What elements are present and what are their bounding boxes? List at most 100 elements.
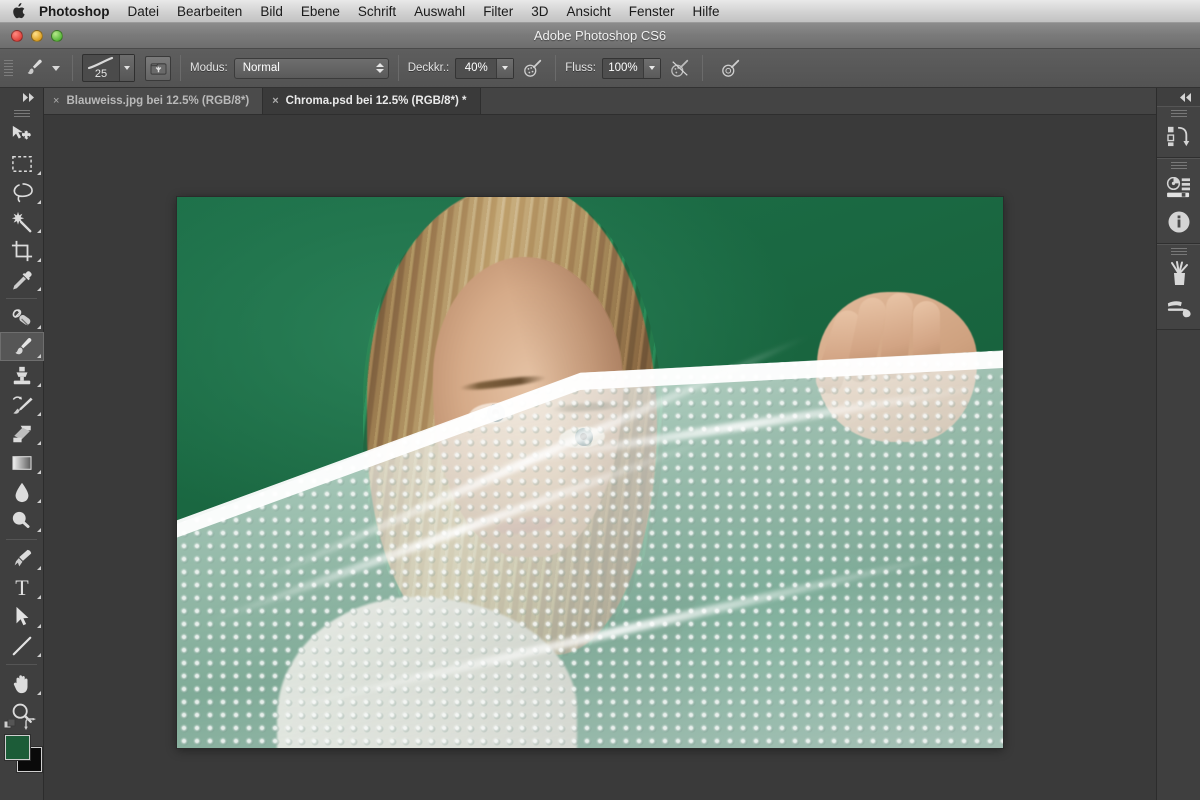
foreground-color-swatch[interactable] [5, 735, 30, 760]
airbrush-icon[interactable] [667, 55, 693, 81]
menu-item-schrift[interactable]: Schrift [349, 0, 405, 23]
tool-history-brush[interactable] [0, 390, 44, 419]
tool-eyedropper[interactable] [0, 265, 44, 294]
window-title: Adobe Photoshop CS6 [533, 28, 667, 43]
dock-group-grip[interactable] [1157, 245, 1200, 257]
toolbar-grip[interactable] [0, 106, 43, 120]
menu-item-3d[interactable]: 3D [522, 0, 557, 23]
options-separator-3 [397, 55, 399, 81]
menu-item-bild[interactable]: Bild [251, 0, 292, 23]
tool-brush[interactable] [0, 332, 44, 361]
flow-value: 100% [608, 62, 638, 74]
tool-preset-chevron-down-icon[interactable] [49, 56, 63, 80]
tool-type[interactable]: T [0, 573, 44, 602]
tool-pen[interactable] [0, 544, 44, 573]
active-tool-chip[interactable] [19, 55, 63, 81]
tool-marquee[interactable] [0, 149, 44, 178]
document-workspace[interactable] [44, 115, 1156, 800]
close-icon[interactable]: × [272, 95, 278, 107]
flow-input[interactable]: 100% [601, 57, 661, 79]
opacity-input[interactable]: 40% [455, 57, 515, 79]
dock-collapse-button[interactable] [1157, 88, 1200, 106]
menu-item-hilfe[interactable]: Hilfe [684, 0, 729, 23]
toolbar-divider-3 [6, 664, 37, 665]
dock-group-grip[interactable] [1157, 107, 1200, 119]
tool-submenu-indicator [37, 470, 41, 474]
panels-dock [1156, 88, 1200, 800]
dock-group-color-info [1157, 158, 1200, 244]
document-tab-blauweiss[interactable]: × Blauweiss.jpg bei 12.5% (RGB/8*) [44, 88, 264, 114]
tool-submenu-indicator [37, 354, 41, 358]
menu-item-datei[interactable]: Datei [119, 0, 169, 23]
toolbar-divider-1 [6, 298, 37, 299]
color-panel-icon[interactable] [1157, 171, 1200, 205]
brush-preset-picker[interactable]: 25 [82, 54, 135, 82]
menu-item-fenster[interactable]: Fenster [620, 0, 684, 23]
options-bar-grip[interactable] [4, 55, 13, 81]
brush-panel-toggle-button[interactable] [145, 55, 171, 81]
tool-path-selection[interactable] [0, 602, 44, 631]
tool-submenu-indicator [37, 258, 41, 262]
tool-healing-brush[interactable] [0, 303, 44, 332]
tool-submenu-indicator [37, 499, 41, 503]
toolbar-expand-button[interactable] [0, 88, 43, 106]
tool-submenu-indicator [37, 325, 41, 329]
menu-item-ansicht[interactable]: Ansicht [557, 0, 619, 23]
dock-group-grip[interactable] [1157, 159, 1200, 171]
tool-submenu-indicator [37, 528, 41, 532]
brush-tip-thumbnail: 25 [83, 55, 119, 81]
tool-magic-wand[interactable] [0, 207, 44, 236]
menu-item-ebene[interactable]: Ebene [292, 0, 349, 23]
close-icon[interactable]: × [53, 95, 59, 107]
blend-mode-stepper-icon [375, 63, 384, 73]
flow-chevron-down-icon[interactable] [642, 58, 660, 78]
history-panel-icon[interactable] [1157, 119, 1200, 153]
tool-blur[interactable] [0, 477, 44, 506]
opacity-label: Deckkr.: [407, 62, 450, 74]
tab-label: Chroma.psd bei 12.5% (RGB/8*) * [285, 95, 467, 107]
tool-eraser[interactable] [0, 419, 44, 448]
dock-group-brushes [1157, 244, 1200, 330]
menu-item-photoshop[interactable]: Photoshop [39, 0, 119, 23]
tool-clone-stamp[interactable] [0, 361, 44, 390]
options-separator-4 [555, 55, 557, 81]
opacity-pressure-icon[interactable] [520, 55, 546, 81]
default-colors-icon[interactable] [4, 719, 16, 729]
menu-item-bearbeiten[interactable]: Bearbeiten [168, 0, 251, 23]
menu-item-auswahl[interactable]: Auswahl [405, 0, 474, 23]
tool-crop[interactable] [0, 236, 44, 265]
swap-colors-icon[interactable] [24, 718, 37, 730]
document-tab-chroma[interactable]: × Chroma.psd bei 12.5% (RGB/8*) * [263, 88, 481, 114]
os-menu-bar: Photoshop Datei Bearbeiten Bild Ebene Sc… [0, 0, 1200, 23]
opacity-value: 40% [464, 62, 488, 74]
options-separator-5 [701, 55, 703, 81]
opacity-chevron-down-icon[interactable] [496, 58, 514, 78]
menu-item-filter[interactable]: Filter [474, 0, 522, 23]
photoshop-application-window: Photoshop Datei Bearbeiten Bild Ebene Sc… [0, 0, 1200, 800]
brush-panel-icon[interactable] [1157, 291, 1200, 325]
info-panel-icon[interactable] [1157, 205, 1200, 239]
tools-panel: T [0, 88, 44, 800]
tool-hand[interactable] [0, 669, 44, 698]
dock-group-history [1157, 106, 1200, 158]
flow-pressure-icon[interactable] [718, 55, 744, 81]
brush-preset-chevron-down-icon[interactable] [119, 55, 134, 81]
tool-move[interactable] [0, 120, 44, 149]
blend-mode-value: Normal [242, 62, 280, 74]
tool-submenu-indicator [37, 229, 41, 233]
brush-presets-panel-icon[interactable] [1157, 257, 1200, 291]
blend-mode-select[interactable]: Normal [233, 57, 389, 79]
mode-label: Modus: [190, 62, 228, 74]
tool-line[interactable] [0, 631, 44, 660]
apple-logo-icon[interactable] [10, 3, 25, 20]
brush-size-value: 25 [94, 68, 108, 80]
tool-lasso[interactable] [0, 178, 44, 207]
color-swatches [0, 718, 44, 779]
tool-submenu-indicator [37, 441, 41, 445]
image-canvas[interactable] [177, 197, 1003, 748]
tool-submenu-indicator [37, 287, 41, 291]
tool-dodge[interactable] [0, 506, 44, 535]
tool-gradient[interactable] [0, 448, 44, 477]
tab-label: Blauweiss.jpg bei 12.5% (RGB/8*) [66, 95, 250, 107]
tool-submenu-indicator [37, 624, 41, 628]
